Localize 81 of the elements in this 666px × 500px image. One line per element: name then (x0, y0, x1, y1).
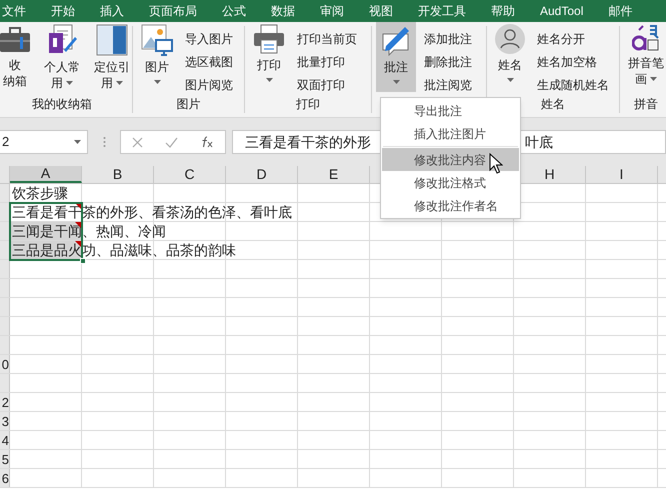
ribbon-button[interactable]: 选区截图 (183, 52, 235, 72)
ribbon-button[interactable]: 批注 (376, 22, 416, 92)
toolbox-icon (0, 24, 30, 54)
ribbon-button[interactable]: 姓名分开 (535, 29, 611, 49)
row-header[interactable]: 2 (0, 393, 10, 411)
formula-text: 叶底 (525, 132, 553, 152)
cell-text: 三闻是干闻、热闻、冷闻 (12, 224, 166, 238)
column-header[interactable]: B (82, 166, 154, 183)
caret-icon (506, 78, 514, 82)
row-header[interactable] (0, 222, 10, 240)
ribbon-button[interactable]: 添加批注 (422, 29, 474, 49)
ribbon-tab[interactable]: AudTool (540, 2, 584, 20)
column-header[interactable]: A (10, 166, 82, 183)
caret-icon (154, 80, 160, 84)
menu-item[interactable]: 修改批注作者名 (382, 194, 519, 217)
ribbon-button[interactable]: 双面打印 (295, 75, 359, 95)
caret-icon (66, 81, 73, 85)
function-icon[interactable] (200, 136, 214, 148)
menu-item[interactable]: 导出批注 (382, 99, 519, 122)
ribbon-button[interactable]: 导入图片 (183, 29, 235, 49)
ribbon-button[interactable]: 批量打印 (295, 52, 359, 72)
enter-icon[interactable] (165, 136, 178, 148)
caret-icon (266, 78, 272, 82)
row-header[interactable]: 6 (0, 469, 10, 487)
caret-icon (650, 77, 657, 81)
ribbon-tab[interactable]: 开始 (51, 2, 75, 20)
ribbon-tab[interactable]: 帮助 (491, 2, 515, 20)
ribbon-button[interactable]: 图片 (137, 22, 177, 92)
ribbon-button[interactable]: 姓名 (491, 22, 529, 92)
ribbon-button[interactable]: 批注阅览 (422, 75, 474, 95)
row-header[interactable] (0, 203, 10, 221)
ribbon-button[interactable]: 打印当前页 (295, 29, 359, 49)
dropdown-icon[interactable] (74, 140, 81, 144)
name-box[interactable]: 2 (2, 132, 10, 152)
row-header[interactable] (0, 241, 10, 259)
column-header[interactable]: I (586, 166, 658, 183)
ribbon-tab[interactable]: 文件 (2, 2, 26, 20)
ribbon-tab[interactable]: 公式 (222, 2, 246, 20)
ribbon-button[interactable]: 生成随机姓名 (535, 75, 611, 95)
group-label: 图片 (176, 97, 200, 111)
cell-text: 三看是看干茶的外形、看茶汤的色泽、看叶底 (12, 205, 292, 219)
ribbon-tab[interactable]: 插入 (100, 2, 124, 20)
ribbon-button[interactable]: 定位引 用 (90, 22, 134, 92)
ribbon-button[interactable]: 个人常 用 (40, 22, 84, 92)
cancel-icon[interactable] (132, 136, 143, 148)
ribbon-tab[interactable]: 开发工具 (418, 2, 466, 20)
column-header[interactable]: C (154, 166, 226, 183)
caret-icon (392, 80, 400, 84)
column-header[interactable]: E (298, 166, 370, 183)
ribbon-button[interactable]: 姓名加空格 (535, 52, 611, 72)
ribbon-tab[interactable]: 视图 (369, 2, 393, 20)
row-header[interactable]: 0 (0, 355, 10, 373)
cell-text: 饮茶步骤 (12, 186, 68, 200)
ribbon-tab[interactable]: 页面布局 (149, 2, 197, 20)
caret-icon (116, 81, 123, 85)
ribbon-button[interactable]: 打印 (249, 22, 289, 92)
row-header[interactable]: 3 (0, 412, 10, 430)
comment-pencil-icon (380, 24, 412, 56)
group-label: 打印 (296, 97, 320, 111)
panel-icon (96, 24, 128, 56)
cursor-icon (489, 153, 503, 174)
fill-handle[interactable] (80, 258, 86, 264)
formula-text: 三看是看干茶的外形 (245, 132, 371, 152)
ribbon-tab[interactable]: 邮件 (608, 2, 632, 20)
group-label: 拼音 (634, 97, 658, 111)
row-header[interactable]: 4 (0, 431, 10, 449)
ribbon-button[interactable]: 删除批注 (422, 52, 474, 72)
cell-text: 三品是品火功、品滋味、品茶的韵味 (12, 243, 236, 257)
group-label: 姓名 (541, 97, 565, 111)
menu-item[interactable]: 插入批注图片 (382, 122, 519, 145)
ribbon-tab[interactable]: 审阅 (320, 2, 344, 20)
menu-item[interactable]: 修改批注内容 (382, 148, 519, 171)
ribbon-tab[interactable]: 数据 (271, 2, 295, 20)
row-header[interactable]: 5 (0, 450, 10, 468)
group-label: 我的收纳箱 (32, 97, 92, 111)
drag-handle-icon (102, 136, 106, 148)
pinyin-icon (632, 24, 660, 52)
ribbon-button[interactable]: 图片阅览 (183, 75, 235, 95)
column-header[interactable]: D (226, 166, 298, 183)
ribbon-button[interactable]: 拼音笔 画 (624, 22, 666, 92)
ribbon-button[interactable]: 收 纳箱 (0, 22, 34, 92)
